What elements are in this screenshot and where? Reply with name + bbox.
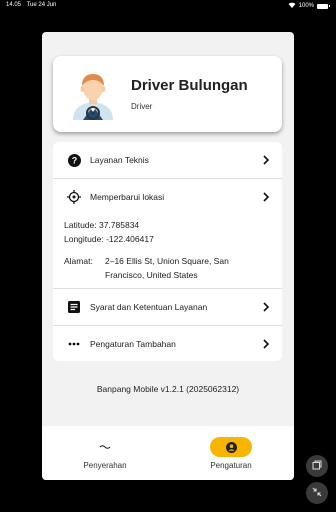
chevron-right-icon (263, 155, 270, 165)
location-crosshair-icon (67, 190, 81, 204)
menu-item-update-location[interactable]: Memperbarui lokasi (53, 179, 282, 215)
menu-item-terms[interactable]: Syarat dan Ketentuan Layanan (53, 289, 282, 325)
chevron-right-icon (263, 302, 270, 312)
status-date: Tue 24 Jun (26, 2, 57, 8)
menu-label: Layanan Teknis (90, 155, 149, 165)
help-icon: ? (67, 153, 81, 167)
driver-avatar-icon (73, 74, 113, 120)
longitude-text: Longitude: -122.406417 (64, 234, 154, 244)
menu-label: Pengaturan Tambahan (90, 339, 176, 349)
chevron-right-icon (263, 192, 270, 202)
battery-icon (317, 3, 330, 9)
nav-label: Penyerahan (83, 461, 127, 470)
collapse-arrows-icon (312, 484, 322, 502)
window-overlay-icon (312, 457, 322, 475)
status-time: 14.05 (6, 2, 22, 8)
nav-item-settings[interactable]: Pengaturan (168, 426, 294, 480)
latitude-text: Latitude: 37.785834 (64, 220, 140, 230)
menu-item-technical-service[interactable]: ? Layanan Teknis (53, 142, 282, 178)
wifi-icon (288, 2, 296, 10)
more-horizontal-icon (67, 337, 81, 351)
menu-item-additional-settings[interactable]: Pengaturan Tambahan (53, 326, 282, 362)
address-line-1: 2–16 Ellis St, Union Square, San (105, 256, 229, 266)
app-version: Banpang Mobile v1.2.1 (2025062312) (96, 384, 240, 394)
battery-percent: 100% (298, 3, 314, 9)
document-icon (67, 300, 81, 314)
driver-name: Driver Bulungan (131, 77, 248, 94)
chevron-right-icon (263, 339, 270, 349)
driver-role: Driver (131, 102, 153, 111)
address-line-2: Francisco, United States (105, 270, 198, 280)
float-window-button[interactable] (306, 455, 328, 477)
svg-text:?: ? (71, 155, 77, 165)
minimize-window-button[interactable] (306, 482, 328, 504)
nav-item-handover[interactable]: Penyerahan (42, 426, 168, 480)
profile-card: Driver Bulungan Driver (53, 56, 282, 132)
menu-label: Syarat dan Ketentuan Layanan (90, 302, 208, 312)
bottom-nav: Penyerahan Pengaturan (42, 426, 294, 480)
nav-label: Pengaturan (210, 461, 252, 470)
app-window: Driver Bulungan Driver ? Layanan Teknis … (42, 32, 294, 480)
address-label: Alamat: (64, 256, 93, 266)
status-bar: 14.05 Tue 24 Jun 100% (0, 0, 336, 12)
settings-menu: ? Layanan Teknis Memperbarui lokasi Lati… (53, 142, 282, 361)
handover-icon (84, 437, 126, 457)
menu-label: Memperbarui lokasi (90, 192, 165, 202)
account-settings-icon (210, 437, 252, 457)
